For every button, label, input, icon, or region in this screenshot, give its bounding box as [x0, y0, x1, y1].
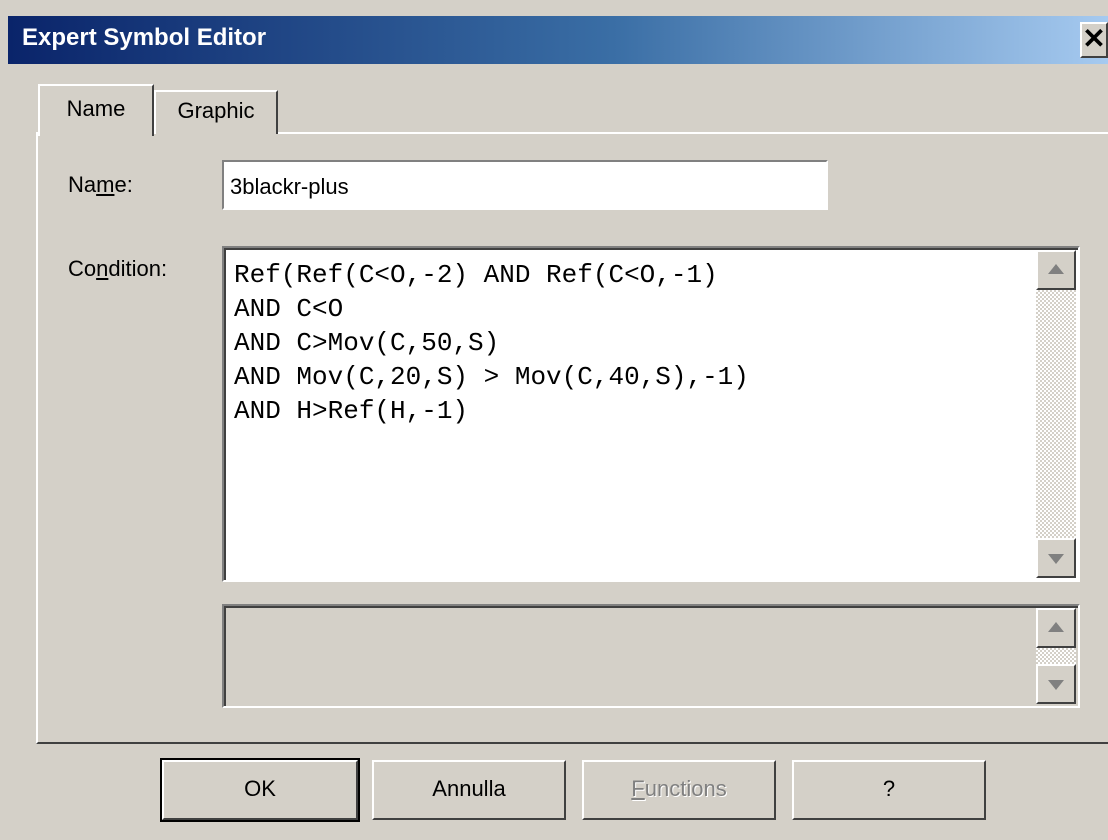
annulla-button[interactable]: Annulla — [372, 760, 566, 820]
tab-graphic[interactable]: Graphic — [154, 90, 278, 134]
tab-panel — [36, 132, 1108, 744]
close-button[interactable]: ✕ — [1080, 22, 1108, 58]
functions-button[interactable]: Functions — [582, 760, 776, 820]
window-title: Expert Symbol Editor — [22, 24, 267, 51]
expert-symbol-editor-dialog: Expert Symbol Editor ✕ Name Graphic Name… — [0, 0, 1108, 840]
close-icon: ✕ — [1082, 23, 1106, 54]
tab-name[interactable]: Name — [38, 84, 154, 136]
tab-name-label: Name — [66, 96, 126, 121]
tab-graphic-label: Graphic — [177, 98, 255, 123]
ok-button[interactable]: OK — [160, 758, 360, 822]
help-button[interactable]: ? — [792, 760, 986, 820]
